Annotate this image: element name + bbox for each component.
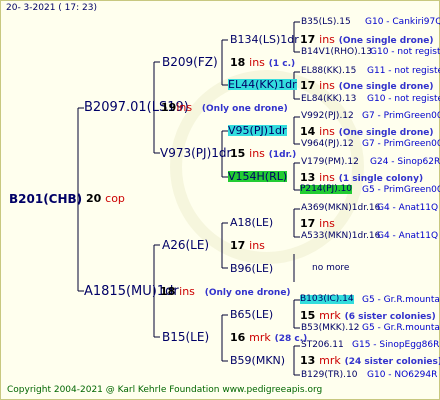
gen4-group-14: G10 - NO6294R <box>367 370 438 380</box>
gen3-unit-8: mrk <box>319 354 341 367</box>
gen4-queen-10: A533(MKN)1dr.16 <box>301 231 381 241</box>
gen3-count-3: 14 <box>300 125 316 138</box>
gen2-count-4: 16 <box>230 331 246 344</box>
gen4-group-1: G10 - Cankiri97Q <box>365 17 440 27</box>
gen2-queen-4: B15(LE) <box>162 330 210 344</box>
gen4-queen-13: ST206.11 <box>301 340 344 350</box>
gen4-queen-7: V179(PM).12 <box>301 157 359 167</box>
gen3-info-8: 13 mrk (24 sister colonies) <box>300 355 440 367</box>
gen3-note-7: (6 sister colonies) <box>344 312 436 322</box>
gen3-count-5: 17 <box>300 217 316 230</box>
gen2-queen-3: A26(LE) <box>162 238 210 252</box>
gen1-unit-1: ins <box>176 101 193 114</box>
gen1-count-1: 19 <box>161 101 177 114</box>
gen3-note-1: (One single drone) <box>338 36 434 46</box>
gen3-note-6: no more <box>312 263 350 273</box>
gen3-count-1: 17 <box>300 33 316 46</box>
gen3-note-8: (24 sister colonies) <box>344 357 440 367</box>
gen4-queen-1: B35(LS).15 <box>301 17 351 27</box>
gen1-note-2: (Only one drone) <box>204 288 291 298</box>
gen4-queen-8: P214(PJ).10 <box>300 184 353 194</box>
gen3-unit-4: ins <box>319 171 335 184</box>
gen4-group-9: G4 - Anat11Q <box>377 203 439 213</box>
gen2-count-1: 18 <box>230 56 246 69</box>
gen3-info-4: 13 ins (1 single colony) <box>300 172 423 184</box>
gen4-queen-14: B129(TR).10 <box>301 370 358 380</box>
gen1-info-1: 19ins (Only one drone) <box>161 102 288 114</box>
gen4-queen-2: B14V1(RHO).13 <box>301 47 372 57</box>
report-date: 20- 3-2021 ( 17: 23) <box>6 3 97 13</box>
gen2-info-3: 17 ins <box>230 240 265 251</box>
gen4-queen-5: V992(PJ).12 <box>301 111 354 121</box>
gen1-count-2: 18 <box>160 285 176 298</box>
gen4-group-6: G7 - PrimGreen00 <box>362 139 440 149</box>
gen2-unit-3: ins <box>249 239 265 252</box>
gen4-group-3: G11 - not registe <box>367 66 440 76</box>
gen3-info-2: 17 ins (One single drone) <box>300 80 433 92</box>
gen2-queen-1: B209(FZ) <box>162 55 218 69</box>
gen2-unit-4: mrk <box>249 331 271 344</box>
gen2-unit-1: ins <box>249 56 265 69</box>
gen3-unit-3: ins <box>319 125 335 138</box>
gen3-note-3: (One single drone) <box>338 128 434 138</box>
gen3-queen-1: B134(LS)1dr <box>230 33 299 46</box>
gen3-queen-4: V154H(RL) <box>228 170 288 183</box>
gen1-info-2: 18 ins (Only one drone) <box>160 286 291 298</box>
gen2-info-2: 15 ins (1dr.) <box>230 148 296 160</box>
gen3-queen-8: B59(MKN) <box>230 354 286 367</box>
gen4-group-2: G10 - not registe <box>370 47 440 57</box>
gen3-unit-5: ins <box>319 217 335 230</box>
gen4-queen-4: EL84(KK).13 <box>301 94 357 104</box>
gen3-count-7: 15 <box>300 309 316 322</box>
gen2-queen-2: V973(PJ)1dr <box>160 146 232 160</box>
gen3-count-2: 17 <box>300 79 316 92</box>
gen3-info-5: 17 ins <box>300 218 335 229</box>
gen2-info-4: 16 mrk (28 c.) <box>230 332 307 344</box>
gen3-queen-2: EL44(KK)1dr <box>228 78 297 91</box>
gen3-unit-2: ins <box>319 79 335 92</box>
gen4-group-12: G5 - Gr.R.mounta <box>362 323 440 333</box>
gen2-note-2: (1dr.) <box>268 150 297 160</box>
gen4-group-5: G7 - PrimGreen00 <box>362 111 440 121</box>
gen4-queen-3: EL88(KK).15 <box>301 66 357 76</box>
gen4-queen-6: V964(PJ).12 <box>301 139 354 149</box>
gen4-queen-12: B53(MKK).12 <box>301 323 360 333</box>
gen1-note-1: (Only one drone) <box>201 104 288 114</box>
gen4-group-8: G5 - PrimGreen00 <box>362 185 440 195</box>
gen2-info-1: 18 ins (1 c.) <box>230 57 295 69</box>
gen4-queen-9: A369(MKN)1dr.16 <box>301 203 381 213</box>
root-count: 20 <box>86 192 102 205</box>
gen2-count-2: 15 <box>230 147 246 160</box>
gen3-queen-3: V95(PJ)1dr <box>228 124 287 137</box>
gen3-info-7: 15 mrk (6 sister colonies) <box>300 310 436 322</box>
gen3-count-8: 13 <box>300 354 316 367</box>
gen3-info-1: 17 ins (One single drone) <box>300 34 433 46</box>
gen4-group-13: G15 - SinopEgg86R <box>352 340 440 350</box>
gen3-info-3: 14 ins (One single drone) <box>300 126 433 138</box>
gen3-queen-5: A18(LE) <box>230 216 274 229</box>
gen3-unit-7: mrk <box>319 309 341 322</box>
gen1-unit-2: ins <box>179 285 195 298</box>
root-unit: cop <box>105 192 125 205</box>
gen4-group-4: G10 - not registe <box>367 94 440 104</box>
gen2-count-3: 17 <box>230 239 246 252</box>
gen4-group-7: G24 - Sinop62R <box>370 157 440 167</box>
gen3-note-4: (1 single colony) <box>338 174 424 184</box>
copyright-footer: Copyright 2004-2021 @ Karl Kehrle Founda… <box>7 385 323 395</box>
gen3-note-2: (One single drone) <box>338 82 434 92</box>
gen3-queen-6: B96(LE) <box>230 262 274 275</box>
gen2-unit-2: ins <box>249 147 265 160</box>
gen3-count-4: 13 <box>300 171 316 184</box>
gen3-queen-7: B65(LE) <box>230 308 274 321</box>
gen4-group-10: G4 - Anat11Q <box>377 231 439 241</box>
gen4-queen-11: B103(IC).14 <box>300 294 354 304</box>
root-queen: B201(CHB) <box>9 192 83 206</box>
gen2-note-1: (1 c.) <box>268 59 296 69</box>
gen4-group-11: G5 - Gr.R.mounta <box>362 295 440 305</box>
root-info: 20 cop <box>86 193 125 204</box>
gen3-unit-1: ins <box>319 33 335 46</box>
